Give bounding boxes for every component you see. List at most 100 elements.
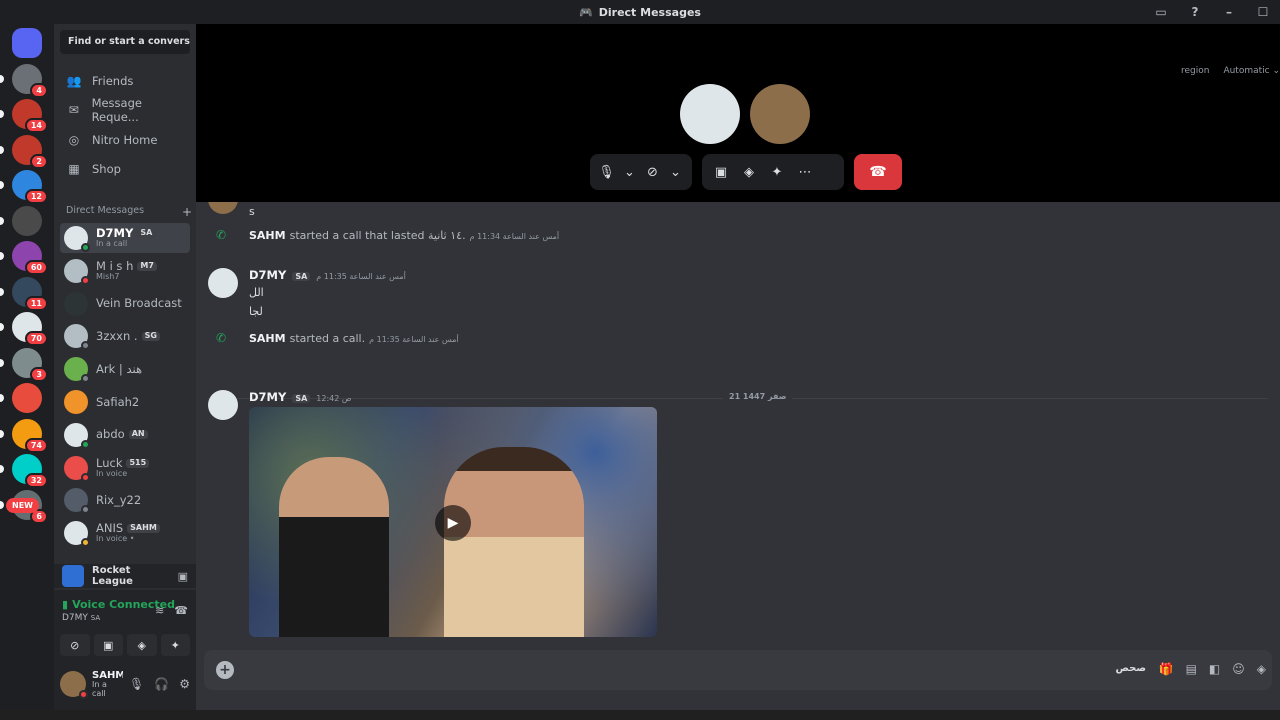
stream-icon[interactable]: ▣ bbox=[178, 570, 188, 583]
gif-icon[interactable]: ▤ bbox=[1186, 662, 1197, 676]
video-thumbnail-person bbox=[444, 447, 584, 637]
main-content: region Automatic ⌄ 🎙 ⌄ ⊘ ⌄ ▣ ◈ ✦ ⋯ ☎ s ✆ bbox=[196, 24, 1280, 710]
user-avatar[interactable] bbox=[60, 671, 88, 699]
chevron-down-icon[interactable]: ⌄ bbox=[621, 165, 638, 180]
dm-item[interactable]: 3zxxn . SG bbox=[60, 321, 190, 351]
status-dot bbox=[81, 472, 90, 482]
gift-icon[interactable]: 🎁 bbox=[1159, 662, 1174, 676]
guild-tag: SA bbox=[137, 228, 156, 238]
message-input[interactable]: صحص bbox=[1115, 663, 1146, 674]
emoji-icon[interactable]: ☺ bbox=[1232, 662, 1245, 676]
unread-pill bbox=[0, 145, 4, 154]
unread-pill bbox=[0, 252, 4, 260]
dm-name: abdo AN bbox=[96, 428, 148, 441]
server-icon-button[interactable]: 3 bbox=[0, 347, 48, 382]
nav-nitro-home[interactable]: ◎ Nitro Home bbox=[62, 127, 190, 153]
date-divider: 21 صفر 1447 bbox=[208, 392, 1268, 401]
server-icon-button[interactable]: 2 bbox=[0, 134, 48, 169]
screen-share-icon[interactable]: ▣ bbox=[710, 165, 732, 180]
chevron-down-icon[interactable]: ⌄ bbox=[667, 165, 684, 180]
add-attachment-button[interactable]: + bbox=[216, 661, 234, 679]
disconnect-icon[interactable]: ☎ bbox=[174, 604, 188, 617]
minimize-button[interactable]: – bbox=[1212, 5, 1246, 19]
guild-tag: SG bbox=[141, 331, 160, 341]
server-icon-button[interactable]: 11 bbox=[0, 276, 48, 311]
server-icon-button[interactable]: 74 bbox=[0, 418, 48, 453]
microphone-icon[interactable]: 🎙 bbox=[598, 165, 615, 180]
server-icon-button[interactable]: 14 bbox=[0, 99, 48, 133]
headphones-icon[interactable]: 🎧 bbox=[154, 677, 169, 691]
video-attachment[interactable]: ▶ bbox=[249, 407, 657, 637]
author-name[interactable]: D7MY bbox=[249, 390, 286, 404]
more-icon[interactable]: ⋯ bbox=[794, 165, 816, 180]
guild-tag: SA bbox=[292, 272, 311, 281]
dm-item[interactable]: abdo AN bbox=[60, 420, 190, 450]
dm-item[interactable]: Rix_y22 bbox=[60, 485, 190, 515]
author-name[interactable]: SAHM bbox=[249, 229, 286, 242]
dm-avatar bbox=[64, 521, 90, 548]
hang-up-button[interactable]: ☎ bbox=[854, 154, 902, 190]
new-badge[interactable]: NEW bbox=[6, 498, 39, 513]
dm-item[interactable]: Vein Broadcast bbox=[60, 289, 190, 319]
user-controls: 🎙 🎧 ⚙ bbox=[129, 677, 190, 691]
dm-header: Direct Messages + bbox=[66, 205, 192, 219]
dm-name-text: abdo bbox=[96, 428, 125, 442]
camera-off-button[interactable]: ⊘ bbox=[60, 634, 90, 656]
status-dot bbox=[81, 538, 90, 548]
unread-pill bbox=[0, 500, 4, 509]
activities-button[interactable]: ◈ bbox=[127, 634, 157, 656]
dm-item[interactable]: D7MY SA In a call bbox=[60, 223, 190, 253]
server-icon-button[interactable]: 12 bbox=[0, 170, 48, 204]
dm-text: ANIS SAHM In voice • bbox=[96, 522, 160, 543]
dm-item[interactable]: ANIS SAHM In voice • bbox=[60, 518, 190, 548]
mention-badge: 4 bbox=[30, 82, 48, 98]
author-name[interactable]: SAHM bbox=[249, 332, 286, 345]
call-participant-avatar[interactable] bbox=[750, 84, 810, 144]
server-icon-button[interactable]: 32 bbox=[0, 454, 48, 488]
user-info[interactable]: SAHM In a call bbox=[92, 670, 123, 699]
server-icon-button[interactable] bbox=[0, 383, 42, 413]
activities-icon[interactable]: ◈ bbox=[738, 165, 760, 180]
microphone-icon[interactable]: 🎙 bbox=[129, 677, 144, 691]
maximize-button[interactable]: ☐ bbox=[1246, 5, 1280, 19]
dm-avatar bbox=[64, 357, 90, 384]
create-dm-button[interactable]: + bbox=[182, 205, 192, 219]
message-avatar[interactable] bbox=[208, 390, 238, 420]
sticker-icon[interactable]: ◧ bbox=[1209, 662, 1220, 676]
help-icon[interactable]: ? bbox=[1178, 5, 1212, 19]
message-composer[interactable]: + صحص 🎁 ▤ ◧ ☺ ◈ bbox=[204, 650, 1272, 690]
message-avatar[interactable] bbox=[208, 202, 238, 214]
noise-suppression-icon[interactable]: ≋ bbox=[155, 604, 164, 617]
mention-badge: 14 bbox=[24, 118, 48, 133]
discord-home-button[interactable] bbox=[12, 28, 42, 58]
play-button[interactable]: ▶ bbox=[435, 505, 471, 541]
nav-shop[interactable]: ▦ Shop bbox=[62, 156, 190, 182]
dm-text: abdo AN bbox=[96, 428, 148, 441]
screen-share-button[interactable]: ▣ bbox=[93, 634, 123, 656]
dm-item[interactable]: Luck 515 In voice bbox=[60, 453, 190, 483]
author-name[interactable]: D7MY bbox=[249, 268, 286, 282]
call-participant-avatar[interactable] bbox=[680, 84, 740, 144]
dm-item[interactable]: M i s h M7 Mish7 bbox=[60, 256, 190, 286]
camera-off-icon[interactable]: ⊘ bbox=[644, 165, 661, 180]
nav-friends[interactable]: 👥 Friends bbox=[62, 68, 190, 94]
server-icon-button[interactable]: 70 bbox=[0, 312, 48, 346]
server-icon-button[interactable]: 4 bbox=[0, 63, 48, 98]
status-dot bbox=[81, 374, 90, 384]
soundboard-icon[interactable]: ✦ bbox=[766, 165, 788, 180]
find-conversation-button[interactable]: Find or start a convers... bbox=[60, 30, 190, 54]
region-selector[interactable]: region Automatic ⌄ bbox=[1181, 66, 1280, 76]
apps-icon[interactable]: ◈ bbox=[1257, 662, 1266, 676]
server-icon-button[interactable]: 60 bbox=[0, 241, 48, 275]
dm-avatar bbox=[64, 291, 88, 316]
inbox-icon[interactable]: ▭ bbox=[1144, 5, 1178, 19]
dm-item[interactable]: Ark | هند bbox=[60, 354, 190, 384]
gear-icon[interactable]: ⚙ bbox=[179, 677, 190, 691]
dm-activity: Mish7 bbox=[96, 271, 120, 281]
message-avatar[interactable] bbox=[208, 268, 238, 298]
server-icon-button[interactable] bbox=[0, 205, 42, 236]
nav-message-requests[interactable]: ✉ Message Reque... bbox=[62, 96, 190, 124]
soundboard-button[interactable]: ✦ bbox=[160, 634, 190, 656]
timestamp: 12:42 ص bbox=[316, 394, 352, 403]
dm-item[interactable]: Safiah2 bbox=[60, 387, 190, 417]
